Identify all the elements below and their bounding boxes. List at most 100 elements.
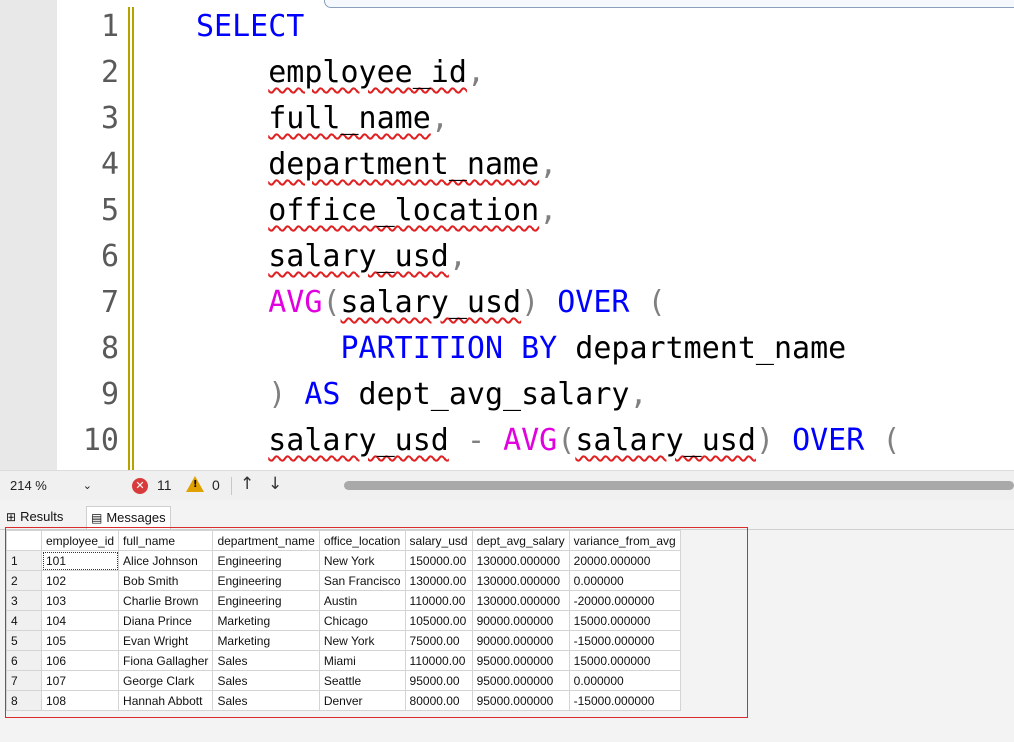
table-cell[interactable]: 105000.00 — [404, 610, 473, 631]
column-header[interactable]: department_name — [212, 530, 320, 551]
table-cell[interactable]: New York — [318, 550, 406, 571]
table-cell[interactable]: 20000.000000 — [568, 550, 681, 571]
code-line[interactable]: salary_usd - AVG(salary_usd) OVER ( — [196, 418, 900, 464]
table-cell[interactable]: Sales — [212, 690, 320, 711]
table-cell[interactable]: Alice Johnson — [118, 550, 214, 571]
table-cell[interactable]: 80000.00 — [404, 690, 473, 711]
table-cell[interactable]: New York — [318, 630, 406, 651]
table-cell[interactable]: Evan Wright — [118, 630, 214, 651]
table-cell[interactable]: Austin — [318, 590, 406, 611]
table-cell[interactable]: 95000.000000 — [471, 690, 570, 711]
row-number[interactable]: 4 — [6, 610, 42, 631]
table-cell[interactable]: Bob Smith — [118, 570, 214, 591]
column-header[interactable]: office_location — [318, 530, 406, 551]
table-cell[interactable]: 106 — [40, 650, 120, 671]
table-row[interactable]: 1 101 Alice Johnson Engineering New York 1500… — [6, 550, 681, 571]
table-cell[interactable]: San Francisco — [318, 570, 406, 591]
table-cell[interactable]: 101 — [40, 550, 120, 571]
editor-top-scrollbar[interactable] — [324, 0, 1014, 8]
table-cell[interactable]: 130000.000000 — [471, 570, 570, 591]
table-row[interactable]: 2 102 Bob Smith Engineering San Francisco 130… — [6, 570, 681, 591]
table-row[interactable]: 6 106 Fiona Gallagher Sales Miami 110000.00 95… — [6, 650, 681, 671]
table-cell[interactable]: Seattle — [318, 670, 406, 691]
row-number[interactable]: 1 — [6, 550, 42, 571]
table-cell[interactable]: Engineering — [212, 550, 320, 571]
table-cell[interactable]: Sales — [212, 650, 320, 671]
table-cell[interactable]: -15000.000000 — [568, 690, 681, 711]
table-row[interactable]: 5 105 Evan Wright Marketing New York 75000.00… — [6, 630, 681, 651]
table-cell[interactable]: 75000.00 — [404, 630, 473, 651]
tab-results[interactable]: ⊞ Results — [6, 506, 63, 528]
column-header[interactable]: variance_from_avg — [568, 530, 681, 551]
zoom-dropdown[interactable]: 214 % ⌄ — [4, 475, 98, 497]
table-cell[interactable]: Chicago — [318, 610, 406, 631]
tab-messages[interactable]: ▤ Messages — [86, 506, 171, 529]
table-cell[interactable]: 104 — [40, 610, 120, 631]
table-cell[interactable]: -20000.000000 — [568, 590, 681, 611]
row-number[interactable]: 3 — [6, 590, 42, 611]
horizontal-scrollbar-thumb[interactable] — [344, 481, 1014, 490]
table-cell[interactable]: Hannah Abbott — [118, 690, 214, 711]
warning-count[interactable]: 0 — [212, 477, 220, 493]
code-line[interactable]: SELECT — [196, 4, 304, 50]
table-cell[interactable]: 130000.000000 — [471, 590, 570, 611]
code-line[interactable]: department_name, — [196, 142, 557, 188]
row-number[interactable]: 7 — [6, 670, 42, 691]
table-cell[interactable]: Fiona Gallagher — [118, 650, 214, 671]
table-cell[interactable]: 95000.000000 — [471, 650, 570, 671]
code-line[interactable]: employee_id, — [196, 50, 485, 96]
table-cell[interactable]: 150000.00 — [404, 550, 473, 571]
table-cell[interactable]: Miami — [318, 650, 406, 671]
table-cell[interactable]: 95000.000000 — [471, 670, 570, 691]
table-row[interactable]: 7 107 George Clark Sales Seattle 95000.00 9500… — [6, 670, 681, 691]
column-header[interactable]: salary_usd — [404, 530, 473, 551]
table-cell[interactable]: -15000.000000 — [568, 630, 681, 651]
table-cell[interactable]: 107 — [40, 670, 120, 691]
query-editor[interactable]: 1 2 3 4 5 6 7 8 9 10 SELECT employee_id, full_nam… — [0, 0, 1014, 470]
table-cell[interactable]: Diana Prince — [118, 610, 214, 631]
code-line[interactable]: salary_usd, — [196, 234, 467, 280]
table-cell[interactable]: Sales — [212, 670, 320, 691]
table-cell[interactable]: 15000.000000 — [568, 650, 681, 671]
arrow-down-icon[interactable]: ↓ — [268, 474, 282, 494]
table-cell[interactable]: 130000.00 — [404, 570, 473, 591]
results-grid[interactable]: employee_id full_name department_name offic… — [6, 530, 681, 711]
table-row[interactable]: 4 104 Diana Prince Marketing Chicago 105000.0… — [6, 610, 681, 631]
table-cell[interactable]: 95000.00 — [404, 670, 473, 691]
table-cell[interactable]: 108 — [40, 690, 120, 711]
table-cell[interactable]: 110000.00 — [404, 590, 473, 611]
table-cell[interactable]: 90000.000000 — [471, 610, 570, 631]
code-line[interactable]: office_location, — [196, 188, 557, 234]
table-cell[interactable]: George Clark — [118, 670, 214, 691]
code-line[interactable]: full_name, — [196, 96, 449, 142]
column-header[interactable]: employee_id — [40, 530, 120, 551]
code-line[interactable]: ) AS dept_avg_salary, — [196, 372, 647, 418]
table-cell[interactable]: Denver — [318, 690, 406, 711]
table-cell[interactable]: 0.000000 — [568, 670, 681, 691]
error-count[interactable]: 11 — [157, 477, 172, 493]
row-number[interactable]: 2 — [6, 570, 42, 591]
table-cell[interactable]: Engineering — [212, 590, 320, 611]
table-cell[interactable]: Engineering — [212, 570, 320, 591]
code-line[interactable]: AVG(salary_usd) OVER ( — [196, 280, 665, 326]
row-number[interactable]: 8 — [6, 690, 42, 711]
row-number[interactable]: 6 — [6, 650, 42, 671]
row-number[interactable]: 5 — [6, 630, 42, 651]
table-cell[interactable]: 130000.000000 — [471, 550, 570, 571]
table-row[interactable]: 8 108 Hannah Abbott Sales Denver 80000.00 9500… — [6, 690, 681, 711]
table-cell[interactable]: 105 — [40, 630, 120, 651]
table-cell[interactable]: 15000.000000 — [568, 610, 681, 631]
error-icon[interactable]: ✕ — [132, 478, 148, 494]
table-row[interactable]: 3 103 Charlie Brown Engineering Austin 110000… — [6, 590, 681, 611]
column-header[interactable]: dept_avg_salary — [471, 530, 570, 551]
row-header-corner[interactable] — [6, 530, 42, 551]
table-cell[interactable]: Charlie Brown — [118, 590, 214, 611]
table-cell[interactable]: Marketing — [212, 630, 320, 651]
code-line[interactable]: PARTITION BY department_name — [196, 326, 847, 372]
table-cell[interactable]: Marketing — [212, 610, 320, 631]
warning-icon[interactable]: ! — [186, 476, 204, 492]
column-header[interactable]: full_name — [118, 530, 214, 551]
arrow-up-icon[interactable]: ↑ — [240, 474, 254, 494]
table-cell[interactable]: 103 — [40, 590, 120, 611]
table-cell[interactable]: 90000.000000 — [471, 630, 570, 651]
